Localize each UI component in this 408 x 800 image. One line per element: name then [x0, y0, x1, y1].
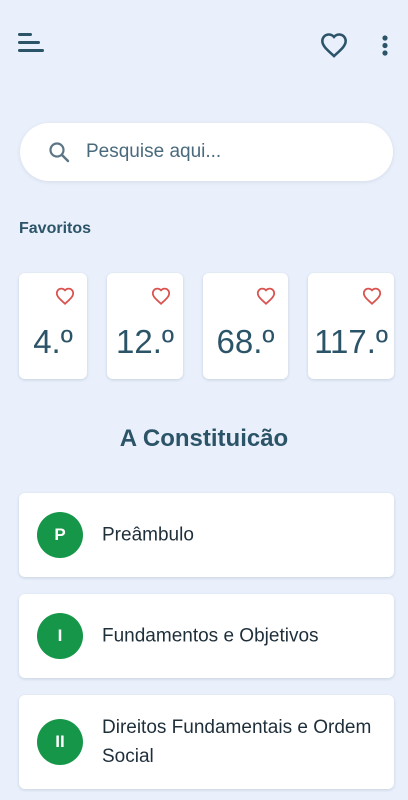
list-item-direitos[interactable]: II Direitos Fundamentais e Ordem Social	[19, 695, 394, 789]
heart-icon[interactable]	[256, 287, 276, 305]
heart-icon[interactable]	[55, 287, 75, 305]
section-label: Direitos Fundamentais e Ordem Social	[102, 717, 372, 767]
more-vertical-icon[interactable]	[378, 33, 392, 59]
list-item-fundamentos[interactable]: I Fundamentos e Objetivos	[19, 594, 394, 678]
menu-icon[interactable]	[16, 30, 46, 56]
section-badge: II	[37, 719, 83, 765]
heart-icon[interactable]	[362, 287, 382, 305]
favorites-heading: Favoritos	[19, 220, 92, 237]
section-label: Preâmbulo	[102, 524, 194, 546]
favorite-card[interactable]: 68.º	[203, 273, 288, 379]
section-badge: P	[37, 512, 83, 558]
favorite-article-number: 117.º	[314, 323, 388, 360]
list-item-preambulo[interactable]: P Preâmbulo	[19, 493, 394, 577]
favorite-article-number: 4.º	[33, 323, 73, 360]
search-bar[interactable]	[20, 123, 393, 181]
search-icon	[49, 142, 70, 163]
section-badge: I	[37, 613, 83, 659]
favorite-article-number: 68.º	[216, 323, 275, 360]
favorites-heart-icon[interactable]	[320, 32, 348, 58]
page-title: A Constituicão	[119, 425, 289, 452]
top-app-bar	[0, 0, 408, 90]
search-input[interactable]	[86, 141, 346, 163]
favorite-article-number: 12.º	[116, 323, 174, 360]
heart-icon[interactable]	[151, 287, 171, 305]
favorite-card[interactable]: 4.º	[19, 273, 87, 379]
favorite-card[interactable]: 117.º	[308, 273, 394, 379]
favorite-card[interactable]: 12.º	[107, 273, 183, 379]
section-label: Fundamentos e Objetivos	[102, 625, 319, 647]
